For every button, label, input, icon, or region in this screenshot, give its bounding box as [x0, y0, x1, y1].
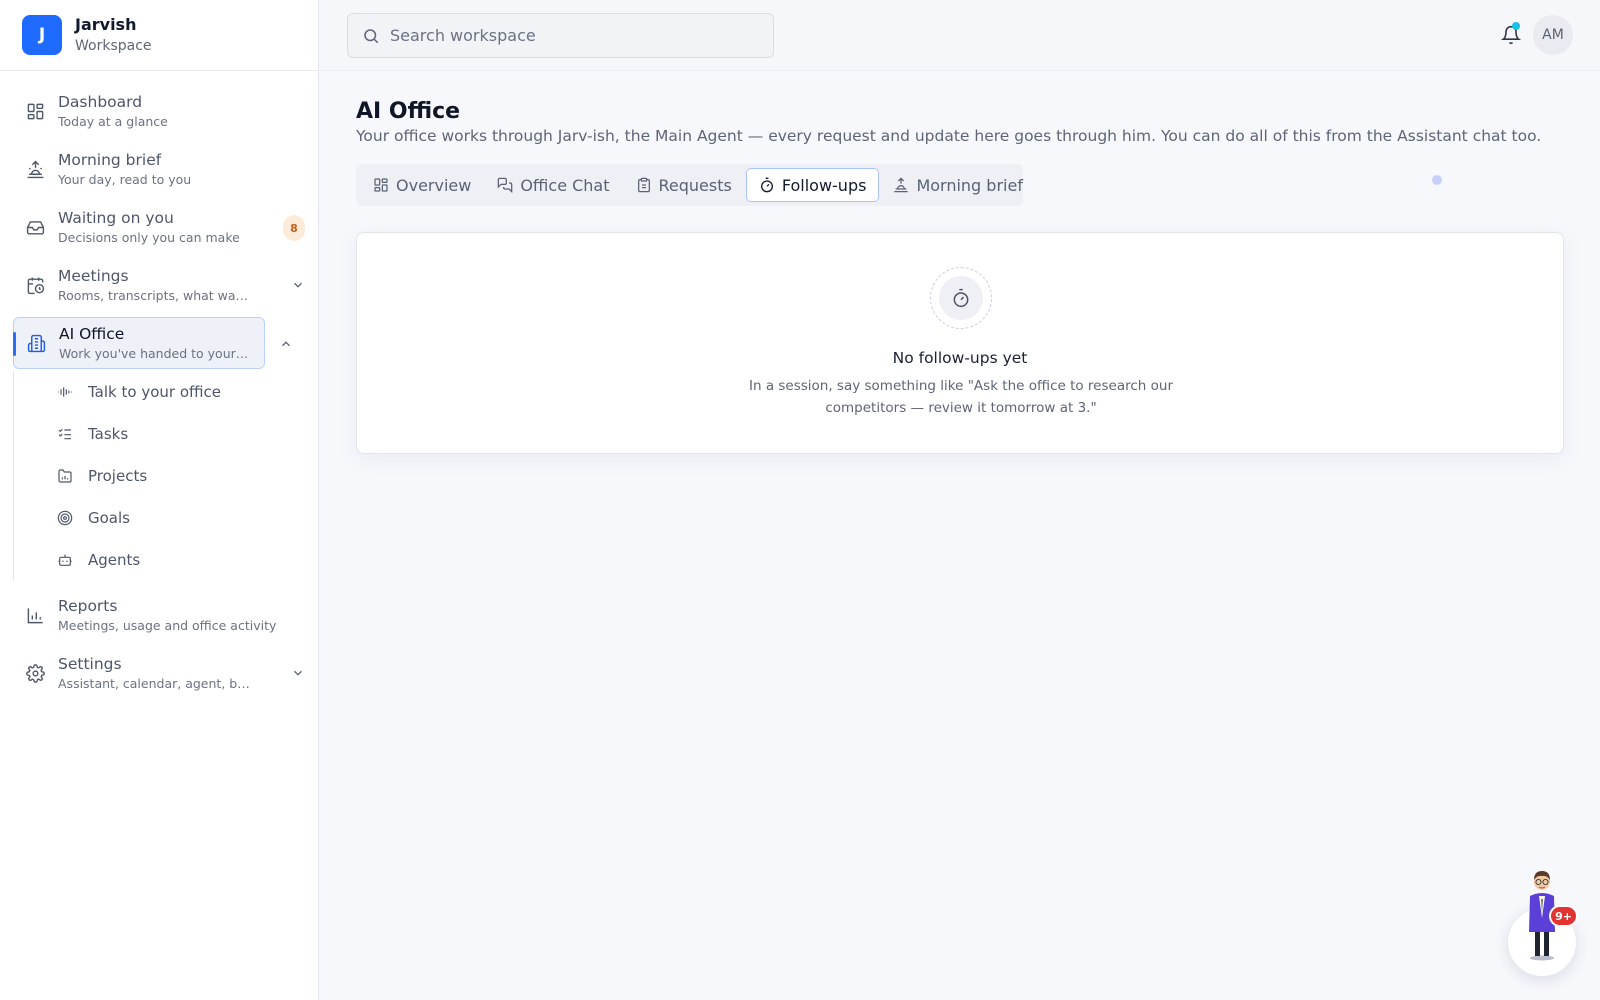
brand[interactable]: J Jarvish Workspace: [0, 0, 318, 71]
sidebar-item-subtitle: Work you've handed to your ...: [59, 346, 251, 361]
subnav-item-talk-to-office[interactable]: Talk to your office: [14, 371, 318, 413]
sidebar-item-dashboard[interactable]: Dashboard Today at a glance: [13, 85, 305, 137]
inbox-icon: [25, 217, 45, 237]
sidebar-item-subtitle: Meetings, usage and office activity: [58, 618, 277, 633]
bot-icon: [57, 552, 73, 568]
subnav-label: Tasks: [88, 425, 129, 443]
subnav-label: Talk to your office: [88, 383, 221, 401]
follow-ups-panel: No follow-ups yet In a session, say some…: [356, 232, 1564, 454]
avatar[interactable]: AM: [1533, 15, 1573, 55]
tab-label: Requests: [658, 175, 732, 195]
sidebar-item-title: Settings: [58, 655, 122, 673]
audio-wave-icon: [57, 384, 73, 400]
calendar-clock-icon: [25, 275, 45, 295]
sidebar-item-subtitle: Rooms, transcripts, what was...: [58, 288, 250, 303]
tab-label: Morning brief: [916, 175, 1023, 195]
sidebar-nav: Dashboard Today at a glance Morning brie…: [0, 71, 318, 699]
empty-state-title: No follow-ups yet: [892, 349, 1028, 367]
brand-name: Jarvish: [75, 14, 137, 34]
topbar: AM: [320, 0, 1600, 71]
sidebar-item-title: Waiting on you: [58, 209, 174, 227]
grid-icon: [374, 178, 388, 192]
chevron-down-icon[interactable]: [291, 665, 305, 679]
sunrise-icon: [894, 177, 909, 193]
chevron-down-icon[interactable]: [291, 277, 305, 291]
subnav-item-goals[interactable]: Goals: [14, 497, 318, 539]
target-icon: [57, 510, 73, 526]
clipboard-icon: [637, 177, 650, 193]
tab-label: Office Chat: [520, 175, 610, 195]
stopwatch-icon: [760, 177, 773, 193]
sidebar-item-ai-office[interactable]: AI Office Work you've handed to your ...: [13, 317, 290, 369]
stopwatch-icon: [953, 288, 969, 308]
ai-office-subnav: Talk to your office Tasks Projects Goals: [13, 371, 318, 581]
tab-overview[interactable]: Overview: [361, 168, 483, 202]
sunrise-icon: [25, 159, 45, 179]
tab-office-chat[interactable]: Office Chat: [485, 168, 621, 202]
brand-logo: J: [22, 15, 62, 55]
tab-bar: Overview Office Chat Requests Follow-ups…: [356, 164, 1023, 206]
search-bar[interactable]: [347, 13, 774, 58]
sidebar-item-subtitle: Your day, read to you: [58, 172, 192, 187]
sidebar-item-title: Dashboard: [58, 93, 143, 111]
sidebar-item-title: Reports: [58, 597, 118, 615]
page-description: Your office works through Jarv-ish, the …: [356, 127, 1542, 145]
sidebar-item-reports[interactable]: Reports Meetings, usage and office activ…: [13, 589, 305, 641]
sidebar-item-settings[interactable]: Settings Assistant, calendar, agent, bil…: [13, 647, 305, 699]
notification-badge: 9+: [1549, 905, 1578, 927]
brand-subtitle: Workspace: [75, 37, 152, 54]
tab-requests[interactable]: Requests: [624, 168, 744, 202]
search-icon: [362, 27, 380, 45]
subnav-item-agents[interactable]: Agents: [14, 539, 318, 581]
subnav-label: Agents: [88, 551, 141, 569]
sidebar-item-waiting-on-you[interactable]: Waiting on you Decisions only you can ma…: [13, 201, 305, 253]
sidebar: J Jarvish Workspace Dashboard Today at a…: [0, 0, 319, 1000]
decorative-dot: [1432, 175, 1442, 185]
tab-label: Overview: [396, 175, 472, 195]
bar-chart-icon: [25, 605, 45, 625]
subnav-item-projects[interactable]: Projects: [14, 455, 318, 497]
sidebar-item-meetings[interactable]: Meetings Rooms, transcripts, what was...: [13, 259, 305, 311]
count-badge: 8: [283, 215, 305, 241]
search-input[interactable]: [390, 26, 760, 45]
tab-label: Follow-ups: [781, 175, 867, 195]
subnav-item-tasks[interactable]: Tasks: [14, 413, 318, 455]
empty-state-text: In a session, say something like "Ask th…: [748, 378, 1173, 416]
folder-icon: [57, 468, 73, 484]
grid-icon: [25, 101, 45, 121]
empty-state-icon: [930, 267, 992, 329]
chat-icon: [498, 177, 513, 193]
building-icon: [26, 333, 46, 353]
checklist-icon: [57, 426, 73, 442]
sidebar-item-title: AI Office: [59, 325, 125, 343]
sidebar-item-morning-brief[interactable]: Morning brief Your day, read to you: [13, 143, 305, 195]
subnav-label: Goals: [88, 509, 130, 527]
sidebar-item-subtitle: Assistant, calendar, agent, bil...: [58, 676, 250, 691]
gear-icon: [25, 663, 45, 683]
sidebar-item-title: Morning brief: [58, 151, 162, 169]
chevron-up-icon[interactable]: [279, 336, 293, 350]
sidebar-item-subtitle: Today at a glance: [58, 114, 168, 129]
sidebar-item-title: Meetings: [58, 267, 129, 285]
main-content: AI Office Your office works through Jarv…: [320, 71, 1600, 1000]
tab-follow-ups[interactable]: Follow-ups: [745, 168, 880, 202]
page-title: AI Office: [356, 99, 461, 124]
notification-dot: [1512, 22, 1520, 30]
sidebar-item-subtitle: Decisions only you can make: [58, 230, 240, 245]
subnav-label: Projects: [88, 467, 148, 485]
tab-morning-brief[interactable]: Morning brief: [881, 168, 1035, 202]
